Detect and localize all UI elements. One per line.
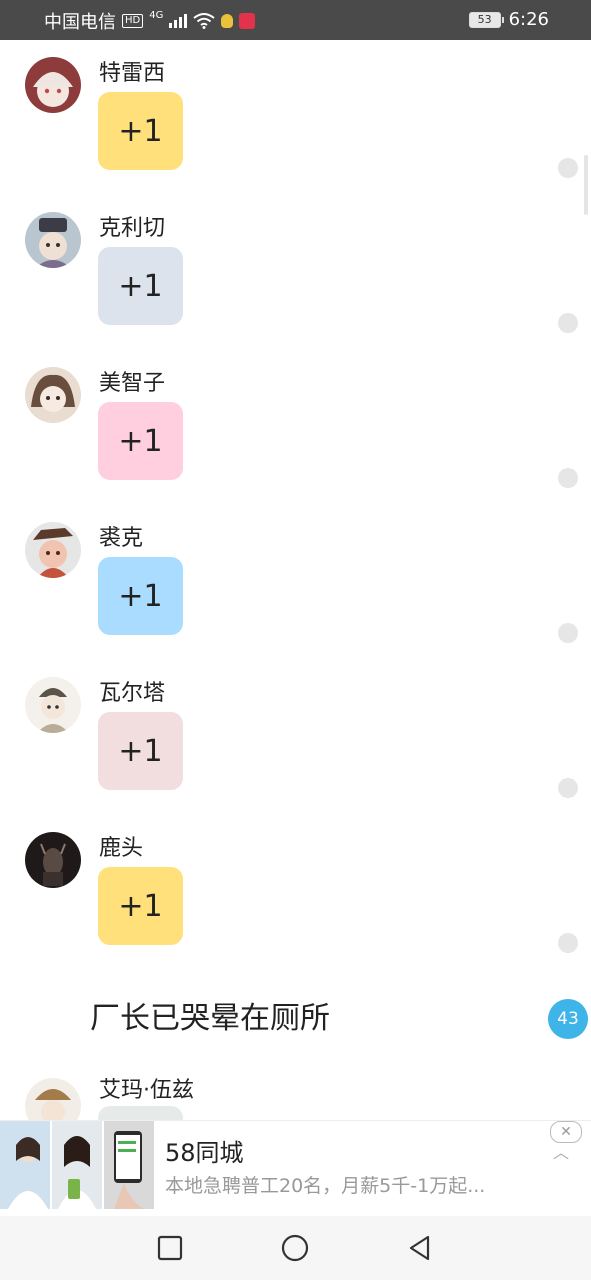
reaction-feed[interactable]: 特雷西 +1 克利切 +1 美智子 +1 裘克 +1 瓦尔塔 +1 鹿头 +1 … bbox=[0, 40, 591, 1120]
post-comment-text: 厂长已哭晕在厕所 bbox=[90, 1001, 330, 1036]
user-name: 裘克 bbox=[99, 526, 144, 551]
reader-app-icon bbox=[239, 13, 256, 29]
avatar[interactable] bbox=[25, 832, 81, 888]
more-dot[interactable] bbox=[558, 313, 578, 333]
system-nav-bar bbox=[0, 1216, 591, 1280]
recents-square-icon[interactable] bbox=[156, 1234, 184, 1262]
ad-image bbox=[104, 1121, 154, 1209]
avatar[interactable] bbox=[25, 522, 81, 578]
clock: 6:26 bbox=[508, 9, 549, 30]
user-name: 克利切 bbox=[99, 216, 166, 241]
user-name: 特雷西 bbox=[99, 61, 166, 86]
ad-banner[interactable]: 58同城 本地急聘普工20名，月薪5千-1万起... ✕ ︿ bbox=[0, 1120, 591, 1209]
comment-count-badge[interactable]: 43 bbox=[548, 999, 588, 1039]
more-dot[interactable] bbox=[558, 933, 578, 953]
plus-one-sticker[interactable] bbox=[98, 1106, 183, 1120]
home-circle-icon[interactable] bbox=[281, 1234, 309, 1262]
status-bar: 中国电信 HD 4G 53 6:26 bbox=[0, 0, 591, 40]
list-item: 克利切 +1 bbox=[0, 195, 591, 345]
avatar[interactable] bbox=[25, 57, 81, 113]
notification-app-icon bbox=[221, 14, 234, 28]
more-dot[interactable] bbox=[558, 158, 578, 178]
more-dot[interactable] bbox=[558, 623, 578, 643]
plus-one-sticker[interactable]: +1 bbox=[98, 557, 183, 635]
status-bar-left: 中国电信 HD 4G bbox=[44, 8, 256, 34]
back-triangle-icon[interactable] bbox=[406, 1234, 434, 1262]
plus-one-sticker[interactable]: +1 bbox=[98, 867, 183, 945]
plus-one-sticker[interactable]: +1 bbox=[98, 92, 183, 170]
plus-one-sticker[interactable]: +1 bbox=[98, 247, 183, 325]
ad-image bbox=[0, 1121, 50, 1209]
carrier-name: 中国电信 bbox=[44, 12, 116, 33]
wifi-icon bbox=[193, 13, 215, 29]
ad-title: 58同城 bbox=[165, 1139, 244, 1167]
plus-one-sticker[interactable]: +1 bbox=[98, 402, 183, 480]
ad-image bbox=[52, 1121, 102, 1209]
list-item: 裘克 +1 bbox=[0, 505, 591, 655]
more-dot[interactable] bbox=[558, 468, 578, 488]
list-item: 美智子 +1 bbox=[0, 350, 591, 500]
user-name: 瓦尔塔 bbox=[99, 681, 166, 706]
list-item: 鹿头 +1 bbox=[0, 815, 591, 965]
status-bar-right: 53 6:26 bbox=[468, 9, 549, 30]
plus-one-sticker[interactable]: +1 bbox=[98, 712, 183, 790]
user-name: 鹿头 bbox=[99, 836, 144, 861]
more-dot[interactable] bbox=[558, 778, 578, 798]
chevron-up-icon[interactable]: ︿ bbox=[553, 1139, 571, 1162]
user-name: 艾玛·伍兹 bbox=[99, 1078, 194, 1103]
battery-icon: 53 bbox=[468, 11, 504, 28]
list-item: 瓦尔塔 +1 bbox=[0, 660, 591, 810]
network-type: 4G bbox=[149, 9, 164, 21]
user-name: 美智子 bbox=[99, 371, 166, 396]
hd-icon: HD bbox=[122, 14, 144, 28]
avatar[interactable] bbox=[25, 367, 81, 423]
avatar[interactable] bbox=[25, 212, 81, 268]
avatar[interactable] bbox=[25, 677, 81, 733]
avatar[interactable] bbox=[25, 1078, 81, 1120]
signal-icon bbox=[169, 14, 188, 28]
list-item: 特雷西 +1 bbox=[0, 40, 591, 190]
ad-description: 本地急聘普工20名，月薪5千-1万起... bbox=[165, 1175, 486, 1197]
